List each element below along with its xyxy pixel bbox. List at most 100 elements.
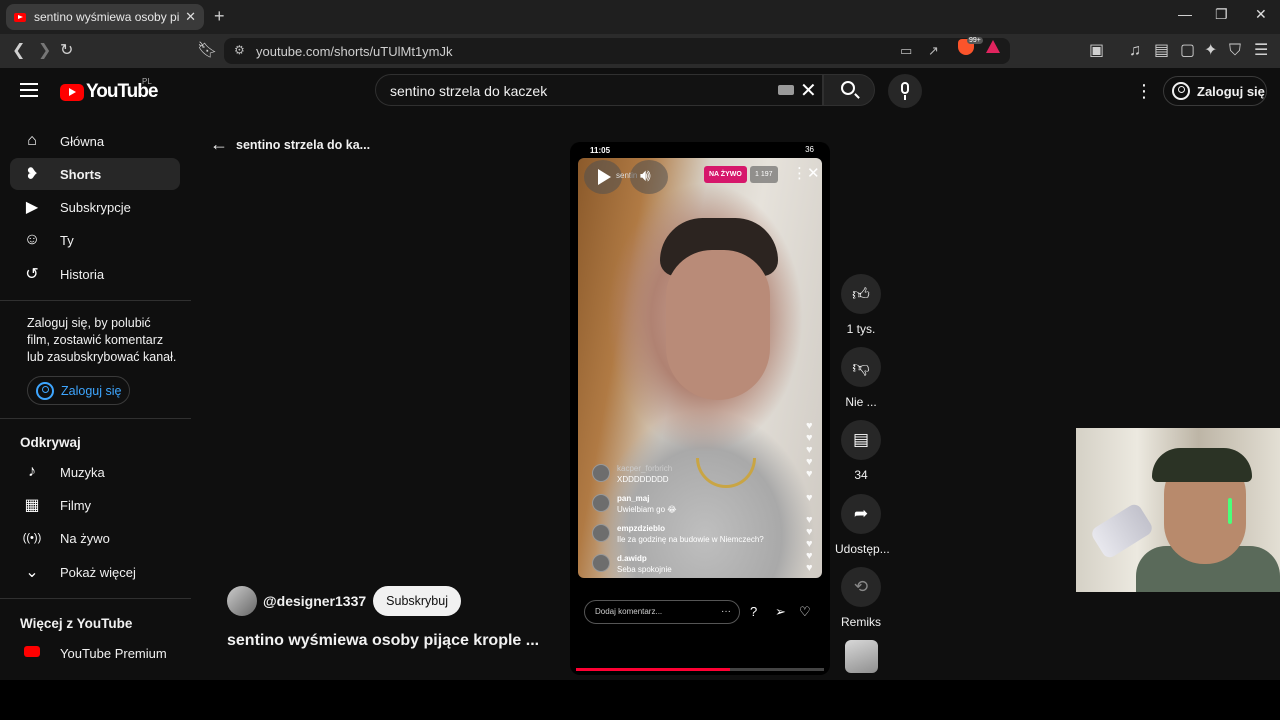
sidebar-item-movies[interactable]: ▦ Filmy — [10, 489, 180, 521]
sidebar-item-live[interactable]: ((•)) Na żywo — [10, 522, 180, 554]
share-button[interactable]: ➦ Udostęp... — [835, 494, 890, 556]
channel-avatar[interactable] — [227, 586, 257, 616]
site-settings-icon[interactable]: ⚙ — [234, 43, 245, 57]
tab-close-icon[interactable]: ✕ — [185, 9, 196, 25]
video-title[interactable]: sentino wyśmiewa osoby pijące krople ... — [227, 632, 539, 650]
forward-icon[interactable]: ❯ — [38, 41, 51, 61]
menu-icon[interactable]: ☰ — [1254, 41, 1268, 61]
comment-icon: ▤ — [841, 420, 881, 460]
shorts-icon: ❥ — [25, 166, 39, 183]
volume-button[interactable]: 🔊︎ — [630, 160, 668, 194]
comment-text: Ile za godzinę na budowie w Niemczech? — [617, 535, 764, 544]
back-icon[interactable]: ❮ — [12, 41, 25, 61]
sidebar-item-youtube-premium[interactable]: YouTube Premium — [10, 637, 180, 669]
media-icon[interactable]: ♫ — [1129, 41, 1141, 61]
sidebar-toggle-icon[interactable]: ▤ — [1154, 41, 1169, 61]
share-icon: ➦ — [841, 494, 881, 534]
vpn-icon[interactable]: ⛉ — [1229, 41, 1241, 61]
comment-placeholder: Dodaj komentarz... — [595, 607, 663, 616]
dislike-button[interactable]: 👎︎ Nie ... — [835, 347, 887, 409]
keyboard-icon[interactable] — [778, 85, 794, 95]
remix-button[interactable]: ⟲ Remiks — [835, 567, 887, 629]
sidebar-item-label: Główna — [60, 133, 105, 149]
sidebar-item-history[interactable]: ↺ Historia — [10, 258, 180, 290]
drink-can — [1089, 501, 1155, 561]
sound-thumbnail[interactable] — [845, 640, 878, 673]
address-bar[interactable]: ⚙ youtube.com/shorts/uTUlMt1ymJk ▭ ↗ — [224, 38, 1010, 64]
like-button[interactable]: 👍︎ 1 tys. — [835, 274, 887, 336]
clear-search-icon[interactable]: ✕ — [800, 78, 817, 103]
add-comment-input[interactable]: Dodaj komentarz... ··· — [584, 600, 740, 624]
sidebar-item-label: Subskrypcje — [60, 199, 131, 215]
sidebar-item-shorts[interactable]: ❥ Shorts — [10, 158, 180, 190]
sidebar-item-label: Na żywo — [60, 530, 110, 546]
signin-label: Zaloguj się — [61, 383, 122, 398]
voice-search-button[interactable] — [888, 74, 922, 108]
video-progress-bar[interactable] — [576, 668, 824, 671]
youtube-masthead: YouTube PL sentino strzela do kaczek ✕ ⋮… — [0, 68, 1280, 124]
volume-icon: 🔊︎ — [640, 166, 651, 185]
settings-kebab-icon[interactable]: ⋮ — [1135, 82, 1153, 100]
sidebar-item-subscriptions[interactable]: ▶ Subskrypcje — [10, 191, 180, 223]
youtube-logo[interactable]: YouTube PL — [60, 77, 158, 103]
comment-user: d.awidp — [617, 554, 647, 563]
phone-clock: 11:05 — [590, 146, 611, 155]
live-comments: kacper_forbrich XDDDDDDDD pan_maj Uwielb… — [592, 464, 792, 578]
sidebar-item-you[interactable]: ☺ Ty — [10, 224, 180, 256]
sidebar-item-label: YouTube Premium — [60, 645, 167, 661]
sidebar-show-more[interactable]: ⌄ Pokaż więcej — [10, 556, 180, 588]
heart-icon: ♥ — [806, 514, 813, 526]
screenshot-icon[interactable]: ▣ — [1089, 41, 1104, 61]
sidebar-item-music[interactable]: ♪ Muzyka — [10, 456, 180, 488]
back-label: sentino strzela do ka... — [236, 137, 371, 152]
search-button[interactable] — [823, 74, 875, 106]
viewer-count: 1 197 — [750, 166, 778, 183]
thumbs-down-icon: 👎︎ — [841, 347, 881, 387]
comment-count: 34 — [854, 468, 868, 482]
browser-tab[interactable]: sentino wyśmiewa osoby pijące krople ✕ — [6, 4, 204, 30]
signin-button[interactable]: Zaloguj się — [1163, 76, 1267, 106]
comments-button[interactable]: ▤ 34 — [835, 420, 887, 482]
send-icon[interactable]: ➢ — [775, 604, 786, 620]
wallet-icon[interactable]: ▢ — [1180, 41, 1195, 61]
cast-icon[interactable]: ▭ — [900, 43, 912, 59]
thumbs-up-icon: 👍︎ — [841, 274, 881, 314]
phone-battery: 36 — [805, 145, 814, 154]
youtube-logo-icon — [60, 83, 84, 101]
question-icon[interactable]: ? — [750, 604, 757, 619]
heart-icon: ♥ — [806, 468, 813, 480]
more-options-icon[interactable]: ⋮✕ — [792, 164, 820, 182]
brave-rewards-icon[interactable] — [986, 40, 1000, 53]
signin-label: Zaloguj się — [1197, 83, 1265, 99]
comment-more-icon[interactable]: ··· — [721, 601, 731, 623]
sidebar-item-label: Muzyka — [60, 464, 105, 480]
back-to-results[interactable]: ← sentino strzela do ka... — [210, 134, 370, 155]
leo-ai-icon[interactable]: ✦ — [1204, 41, 1217, 61]
heart-icon[interactable]: ♡ — [799, 604, 811, 620]
list-item: pan_maj Uwielbiam go 😂 — [592, 494, 792, 514]
new-tab-button[interactable]: + — [214, 6, 225, 27]
channel-name[interactable]: @designer1337 — [263, 593, 366, 609]
close-window-button[interactable]: ✕ — [1255, 6, 1267, 23]
maximize-button[interactable]: ❐ — [1215, 6, 1228, 23]
video-frame[interactable]: sentin 🔊︎ NA ŻYWO 1 197 ⋮✕ kacper_forbri… — [578, 158, 822, 578]
avatar — [592, 524, 610, 542]
explore-heading: Odkrywaj — [20, 435, 81, 450]
subscribe-button[interactable]: Subskrybuj — [373, 586, 461, 616]
share-page-icon[interactable]: ↗ — [928, 43, 939, 59]
shorts-player[interactable]: 11:05 36 sentin 🔊︎ NA ŻYWO 1 197 ⋮✕ kacp… — [570, 142, 830, 675]
avatar — [592, 494, 610, 512]
heart-icon: ♥ — [806, 562, 813, 574]
reload-icon[interactable]: ↻ — [60, 41, 73, 61]
comment-text: Seba spokojnie — [617, 565, 672, 574]
guide-menu-icon[interactable] — [20, 83, 38, 97]
comment-text: Uwielbiam go 😂 — [617, 505, 677, 514]
minimize-button[interactable]: — — [1178, 6, 1192, 22]
comment-text: XDDDDDDDD — [617, 475, 669, 484]
search-input[interactable]: sentino strzela do kaczek ✕ — [375, 74, 823, 106]
sidebar-item-home[interactable]: ⌂ Główna — [10, 125, 180, 157]
sidebar-signin-button[interactable]: Zaloguj się — [27, 376, 130, 405]
tab-title: sentino wyśmiewa osoby pijące krople — [34, 10, 180, 24]
search-icon — [841, 81, 855, 95]
bookmark-icon[interactable]: 🔖︎ — [197, 41, 217, 61]
